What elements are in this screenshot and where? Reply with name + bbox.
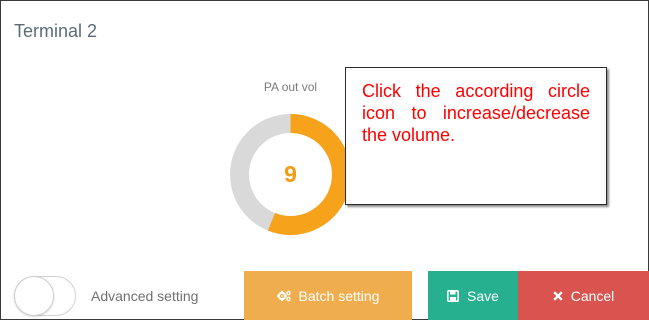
save-button[interactable]: Save [428,271,518,320]
cancel-button[interactable]: Cancel [518,271,649,320]
volume-value: 9 [284,161,297,187]
cancel-label: Cancel [570,287,615,304]
toggle-knob [14,276,54,316]
volume-dial[interactable]: 9 [228,112,353,237]
batch-setting-button[interactable]: Batch setting [244,271,412,320]
close-icon [553,290,563,301]
gears-icon [276,290,291,302]
advanced-setting-label: Advanced setting [91,288,199,304]
volume-label: PA out vol [263,80,318,94]
help-tooltip: Click the according circle icon to incre… [345,67,607,205]
advanced-setting-toggle[interactable] [14,276,76,316]
save-label: Save [467,287,499,304]
panel-title: Terminal 2 [14,21,98,41]
floppy-disk-icon [447,289,460,302]
batch-setting-label: Batch setting [298,287,380,304]
